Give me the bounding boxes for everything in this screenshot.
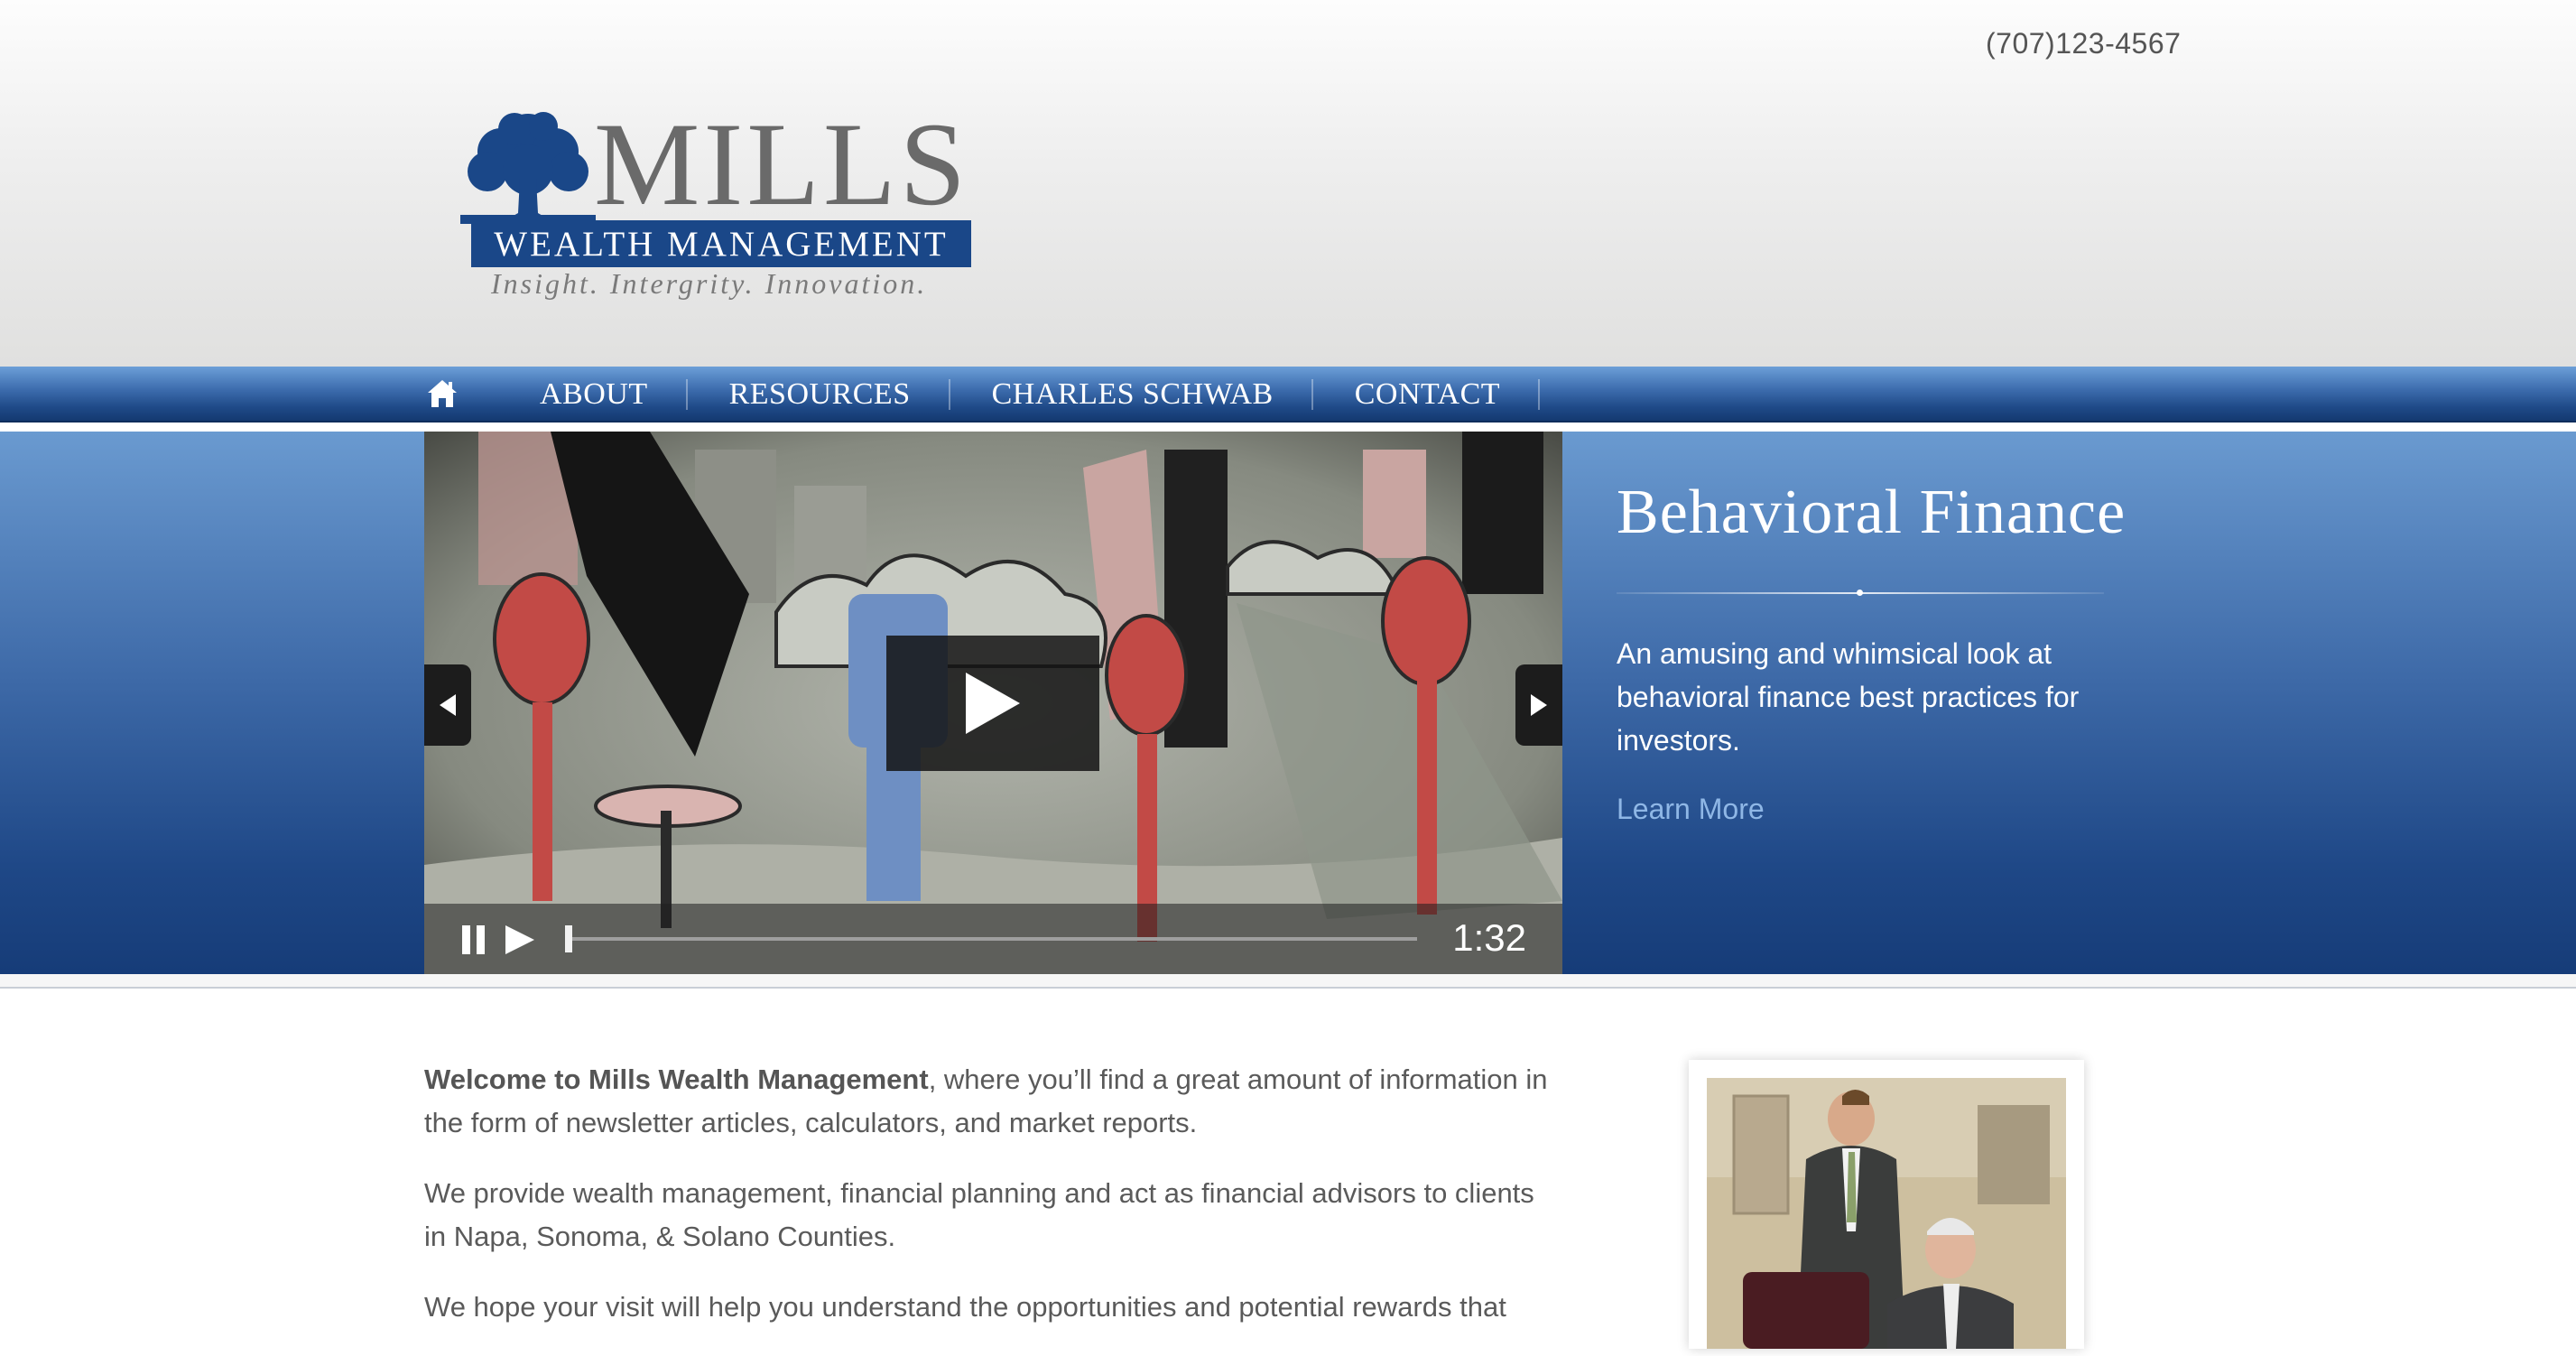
hero-banner: 1:32 Behavioral Finance An amusing and w… <box>0 432 2576 974</box>
logo[interactable]: MILLS WEALTH MANAGEMENT Insight. Intergr… <box>460 98 975 314</box>
intro-paragraph: Welcome to Mills Wealth Management, wher… <box>424 1058 1561 1145</box>
team-photo-image <box>1707 1078 2066 1349</box>
video-next-button[interactable] <box>1515 664 1562 746</box>
logo-tagline: Insight. Intergrity. Innovation. <box>491 267 928 300</box>
phone-number[interactable]: (707)123-4567 <box>1986 27 2181 60</box>
nav-item-contact[interactable]: CONTACT <box>1355 367 1541 421</box>
hero-title: Behavioral Finance <box>1617 478 2127 547</box>
video-controls: 1:32 <box>424 904 1562 974</box>
video-play-button[interactable] <box>886 636 1099 771</box>
learn-more-link[interactable]: Learn More <box>1617 793 1765 826</box>
video-progress-handle[interactable] <box>565 925 572 952</box>
logo-wordmark: MILLS <box>594 98 969 230</box>
play-icon <box>966 673 1020 734</box>
play-small-icon[interactable] <box>502 924 538 956</box>
main-nav: ABOUT RESOURCES CHARLES SCHWAB CONTACT <box>0 367 2576 423</box>
oak-tree-icon <box>460 112 596 224</box>
intro-bold: Welcome to Mills Wealth Management <box>424 1063 929 1095</box>
hero-description: An amusing and whimsical look at behavio… <box>1617 637 2080 757</box>
services-paragraph: We provide wealth management, financial … <box>424 1177 1534 1252</box>
video-duration: 1:32 <box>1452 916 1526 959</box>
chevron-left-icon <box>440 694 456 716</box>
video-player[interactable]: 1:32 <box>424 432 1562 974</box>
main-content: Welcome to Mills Wealth Management, wher… <box>424 1058 1561 1356</box>
nav-divider <box>0 423 2576 432</box>
pause-icon[interactable] <box>460 924 487 956</box>
hero-divider-dot <box>1857 590 1863 596</box>
nav-home[interactable] <box>424 376 460 412</box>
chevron-right-icon <box>1531 694 1547 716</box>
nav-list: ABOUT RESOURCES CHARLES SCHWAB CONTACT <box>424 367 1581 421</box>
logo-band: WEALTH MANAGEMENT <box>471 220 971 267</box>
logo-subtitle: WEALTH MANAGEMENT <box>494 225 949 264</box>
team-photo <box>1707 1078 2066 1349</box>
nav-item-charles-schwab[interactable]: CHARLES SCHWAB <box>992 367 1313 421</box>
hero-bottom-border <box>0 974 2576 989</box>
home-icon <box>428 380 457 407</box>
closing-paragraph: We hope your visit will help you underst… <box>424 1291 1506 1323</box>
nav-item-resources[interactable]: RESOURCES <box>729 367 950 421</box>
nav-item-about[interactable]: ABOUT <box>540 367 688 421</box>
video-progress-track[interactable] <box>565 937 1417 941</box>
video-prev-button[interactable] <box>424 664 471 746</box>
site-header: (707)123-4567 MILLS WEALTH MANAGEMENT In… <box>0 0 2576 367</box>
team-photo-frame <box>1689 1060 2084 1349</box>
